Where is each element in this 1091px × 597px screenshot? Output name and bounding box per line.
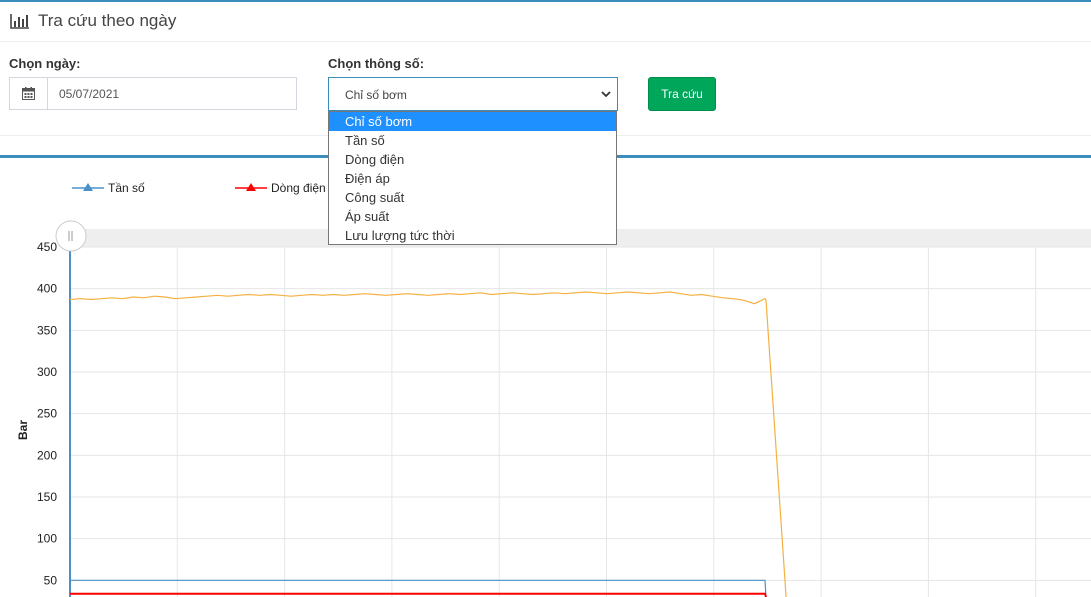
y-tick-label: 350	[37, 323, 57, 337]
date-input[interactable]: 05/07/2021	[59, 86, 119, 102]
legend-marker	[246, 183, 256, 191]
y-tick-label: 100	[37, 532, 57, 546]
y-tick-label: 50	[44, 573, 58, 587]
search-button[interactable]: Tra cứu	[648, 77, 716, 111]
param-option[interactable]: Công suất	[329, 188, 616, 207]
date-label: Chọn ngày:	[9, 56, 81, 71]
param-option[interactable]: Điện áp	[329, 169, 616, 188]
legend-entry: Tần số	[108, 181, 145, 195]
y-tick-label: 250	[37, 407, 57, 421]
y-tick-label: 150	[37, 490, 57, 504]
param-select-value: Chỉ số bơm	[345, 88, 407, 102]
param-select[interactable]: Chỉ số bơm	[328, 77, 618, 111]
range-slider-handle	[55, 220, 87, 252]
param-option[interactable]: Lưu lượng tức thời	[329, 226, 616, 245]
legend-marker	[83, 183, 93, 191]
param-label: Chọn thông số:	[328, 56, 425, 71]
y-tick-label: 450	[37, 240, 57, 254]
chevron-down-icon	[601, 91, 611, 98]
param-option[interactable]: Áp suất	[329, 207, 616, 226]
param-option[interactable]: Chỉ số bơm	[329, 112, 616, 131]
y-tick-label: 200	[37, 448, 57, 462]
page-header: Tra cứu theo ngày	[0, 2, 1091, 42]
y-tick-label: 300	[37, 365, 57, 379]
bar-chart-icon	[10, 12, 30, 30]
legend-entry: Dòng điện	[271, 181, 326, 195]
param-option[interactable]: Tần số	[329, 131, 616, 150]
page-title: Tra cứu theo ngày	[38, 11, 177, 30]
y-axis-label: Bar	[16, 420, 30, 440]
date-picker[interactable]: 05/07/2021	[9, 77, 297, 110]
param-options-list[interactable]: Chỉ số bơm Tần số Dòng điện Điện áp Công suấ…	[328, 111, 617, 245]
y-tick-label: 400	[37, 282, 57, 296]
param-option[interactable]: Dòng điện	[329, 150, 616, 169]
date-addon[interactable]	[10, 78, 48, 109]
calendar-icon	[22, 87, 35, 100]
